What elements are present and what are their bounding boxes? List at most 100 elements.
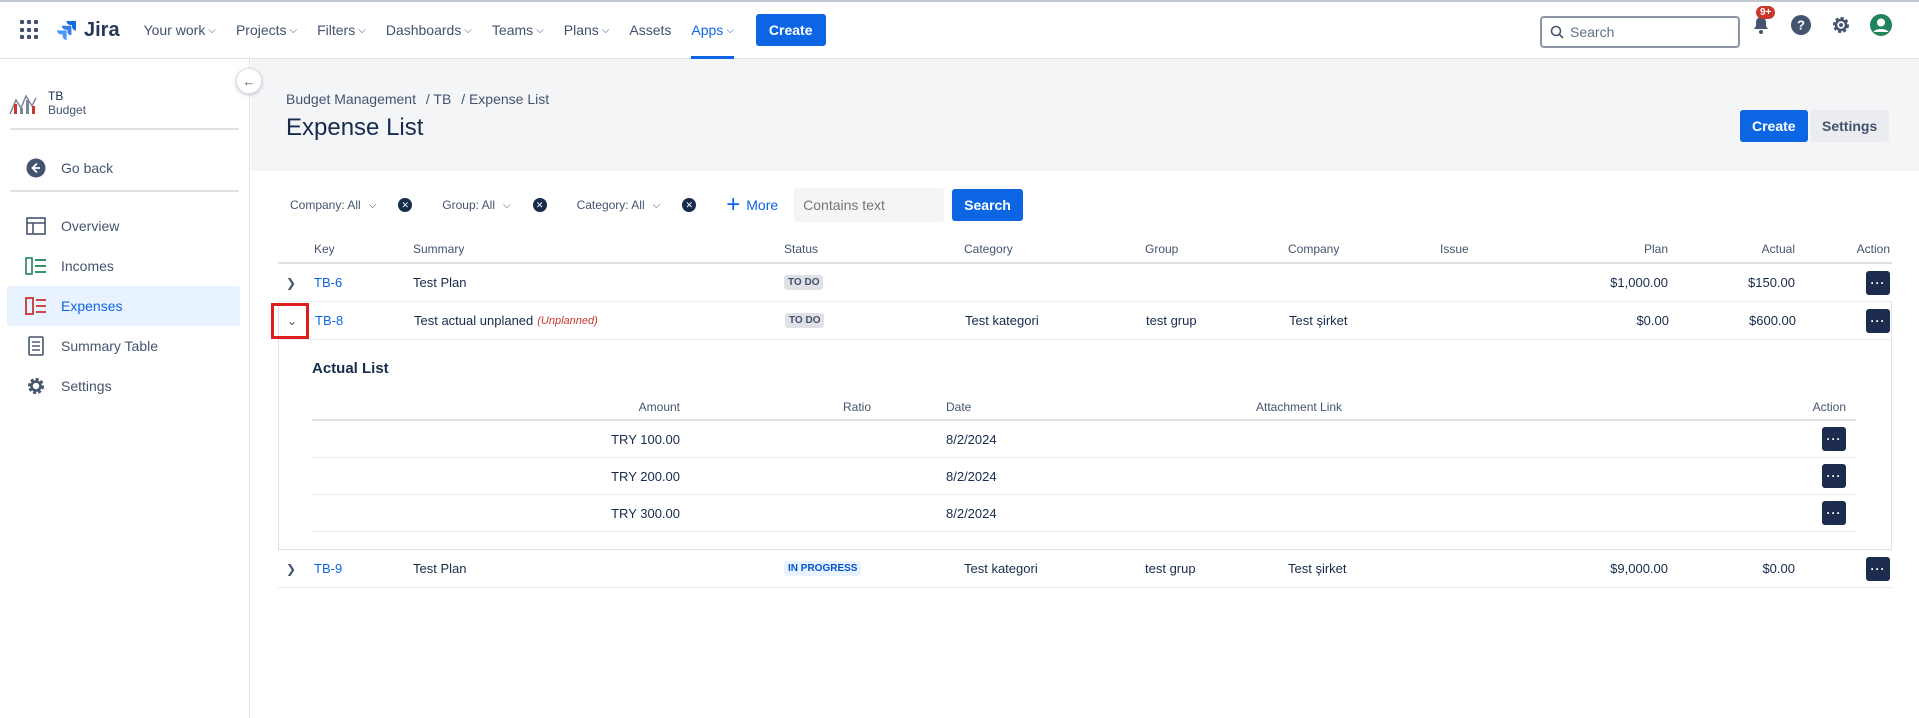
clear-company-filter-icon[interactable]: ✕ bbox=[398, 198, 413, 212]
notifications-button[interactable]: 9+ bbox=[1748, 6, 1776, 38]
nav-apps[interactable]: Apps ⌵ bbox=[691, 2, 734, 59]
column-header-group[interactable]: Group bbox=[1145, 235, 1178, 262]
nav-label: Projects bbox=[235, 22, 287, 38]
jira-logo[interactable]: Jira bbox=[56, 19, 120, 42]
breadcrumb-item[interactable]: / Expense List bbox=[461, 91, 549, 107]
category-filter[interactable]: Category: All ⌵ bbox=[577, 198, 661, 212]
column-header-actual[interactable]: Actual bbox=[1698, 235, 1795, 262]
column-header-status[interactable]: Status bbox=[784, 235, 818, 262]
nav-plans[interactable]: Plans ⌵ bbox=[564, 2, 610, 59]
search-input[interactable]: Search bbox=[1540, 16, 1740, 48]
contains-text-input[interactable] bbox=[794, 188, 945, 222]
chevron-down-icon: ⌵ bbox=[208, 24, 216, 36]
nav-projects[interactable]: Projects ⌵ bbox=[236, 2, 297, 59]
nav-teams[interactable]: Teams ⌵ bbox=[492, 2, 544, 59]
sidebar-item-incomes[interactable]: Incomes bbox=[7, 246, 240, 286]
column-header-ratio[interactable]: Ratio bbox=[782, 394, 871, 419]
table-row[interactable]: ❯ TB-9 Test Plan IN PROGRESS Test katego… bbox=[278, 550, 1892, 588]
issue-key-link[interactable]: TB-9 bbox=[314, 550, 342, 587]
more-actions-button[interactable]: ··· bbox=[1866, 270, 1890, 295]
nav-label: Filters bbox=[317, 22, 356, 38]
status-badge: TO DO bbox=[784, 275, 824, 290]
create-expense-button[interactable]: Create bbox=[1740, 110, 1808, 142]
sidebar-item-overview[interactable]: Overview bbox=[7, 206, 240, 246]
nav-filters[interactable]: Filters ⌵ bbox=[317, 2, 366, 59]
nav-your-work[interactable]: Your work ⌵ bbox=[144, 2, 216, 59]
sidebar-item-expenses[interactable]: Expenses bbox=[7, 286, 240, 326]
sidebar-item-label: Settings bbox=[61, 378, 112, 394]
sidebar-item-go-back[interactable]: Go back bbox=[7, 148, 240, 188]
filter-bar: Company: All ⌵ ✕ Group: All ⌵ ✕ Category… bbox=[290, 188, 1023, 222]
actual-list-panel: Actual List Amount Ratio Date Attachment… bbox=[278, 340, 1892, 550]
column-header-summary[interactable]: Summary bbox=[413, 235, 464, 262]
nav-assets[interactable]: Assets bbox=[629, 2, 671, 59]
chevron-down-icon[interactable]: ⌄ bbox=[287, 302, 297, 339]
create-button[interactable]: Create bbox=[755, 14, 826, 46]
nav-dashboards[interactable]: Dashboards ⌵ bbox=[386, 2, 472, 59]
group-cell: test grup bbox=[1145, 561, 1196, 576]
column-header-date[interactable]: Date bbox=[946, 394, 971, 419]
search-button[interactable]: Search bbox=[952, 189, 1023, 221]
table-row[interactable]: ⌄ TB-8 Test actual unplaned (Unplanned) … bbox=[271, 302, 1892, 340]
column-header-action: Action bbox=[1856, 241, 1890, 256]
profile-avatar[interactable] bbox=[1868, 12, 1894, 38]
more-filters-button[interactable]: + More bbox=[726, 193, 778, 217]
clear-category-filter-icon[interactable]: ✕ bbox=[682, 198, 697, 212]
column-header-plan[interactable]: Plan bbox=[1578, 235, 1668, 262]
project-title: TB Budget bbox=[48, 89, 86, 117]
more-actions-button[interactable]: ··· bbox=[1822, 464, 1846, 488]
column-header-action: Action bbox=[1812, 399, 1846, 414]
settings-button[interactable] bbox=[1828, 12, 1854, 38]
column-header-issue[interactable]: Issue bbox=[1440, 235, 1469, 262]
column-header-attachment[interactable]: Attachment Link bbox=[1256, 394, 1342, 419]
column-header-category[interactable]: Category bbox=[964, 235, 1013, 262]
status-badge: IN PROGRESS bbox=[784, 561, 862, 576]
status-cell: TO DO bbox=[785, 302, 825, 339]
actual-list-row[interactable]: TRY 300.00 8/2/2024 ··· bbox=[312, 495, 1856, 532]
sidebar-item-label: Go back bbox=[61, 160, 114, 176]
unplanned-tag: (Unplanned) bbox=[537, 314, 598, 327]
column-header-key[interactable]: Key bbox=[314, 235, 335, 262]
summary-cell: Test actual unplaned (Unplanned) bbox=[414, 302, 598, 339]
overview-icon bbox=[25, 215, 47, 237]
more-actions-button[interactable]: ··· bbox=[1866, 308, 1890, 333]
column-header-company[interactable]: Company bbox=[1288, 235, 1339, 262]
actual-list-table: Amount Ratio Date Attachment Link Action… bbox=[312, 394, 1856, 532]
page-title: Expense List bbox=[286, 114, 424, 141]
date-cell: 8/2/2024 bbox=[946, 468, 997, 484]
table-row[interactable]: ❯ TB-6 Test Plan TO DO $1,000.00 $150.00… bbox=[278, 264, 1892, 302]
app-switcher-icon[interactable] bbox=[20, 20, 40, 40]
avatar-icon bbox=[1870, 14, 1892, 36]
plan-cell: $9,000.00 bbox=[1610, 561, 1668, 576]
sidebar-item-summary-table[interactable]: Summary Table bbox=[7, 326, 240, 366]
help-button[interactable]: ? bbox=[1788, 12, 1814, 38]
more-actions-button[interactable]: ··· bbox=[1822, 501, 1846, 525]
group-filter[interactable]: Group: All ⌵ bbox=[442, 198, 510, 212]
amount-cell: TRY 100.00 bbox=[611, 431, 680, 447]
action-cell: ··· bbox=[1866, 550, 1890, 587]
project-header[interactable]: TB Budget bbox=[0, 59, 249, 122]
summary-text: Test actual unplaned bbox=[414, 313, 534, 328]
issue-key-link[interactable]: TB-6 bbox=[314, 264, 342, 301]
more-actions-button[interactable]: ··· bbox=[1866, 556, 1890, 581]
nav-label: Assets bbox=[629, 22, 672, 38]
sidebar-item-settings[interactable]: Settings bbox=[7, 366, 240, 406]
company-filter[interactable]: Company: All ⌵ bbox=[290, 198, 376, 212]
breadcrumb-item[interactable]: Budget Management bbox=[286, 91, 416, 107]
project-key: TB bbox=[48, 88, 64, 103]
settings-button[interactable]: Settings bbox=[1810, 110, 1890, 142]
more-actions-button[interactable]: ··· bbox=[1822, 427, 1846, 451]
column-header-amount[interactable]: Amount bbox=[512, 394, 680, 419]
collapse-sidebar-button[interactable]: ← bbox=[236, 68, 262, 94]
sidebar-item-label: Overview bbox=[61, 218, 120, 234]
actual-list-row[interactable]: TRY 200.00 8/2/2024 ··· bbox=[312, 458, 1856, 495]
issue-key-link[interactable]: TB-8 bbox=[315, 302, 343, 339]
nav-label: Plans bbox=[563, 22, 599, 38]
chevron-right-icon[interactable]: ❯ bbox=[286, 264, 296, 301]
chevron-right-icon[interactable]: ❯ bbox=[286, 550, 296, 587]
sidebar-item-label: Expenses bbox=[61, 298, 123, 314]
chevron-down-icon: ⌵ bbox=[536, 24, 544, 36]
breadcrumb-item[interactable]: / TB bbox=[426, 91, 451, 107]
actual-list-row[interactable]: TRY 100.00 8/2/2024 ··· bbox=[312, 421, 1856, 458]
clear-group-filter-icon[interactable]: ✕ bbox=[532, 198, 547, 212]
